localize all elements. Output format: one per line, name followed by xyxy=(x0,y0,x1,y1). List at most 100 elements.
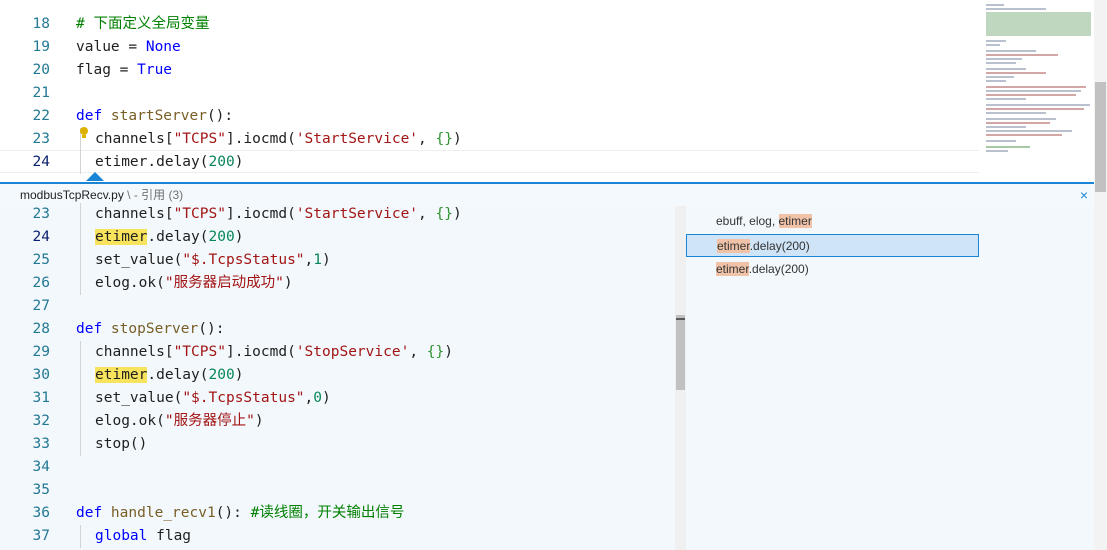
minimap-line xyxy=(986,40,1006,42)
code-token: (): xyxy=(198,321,225,337)
code-text: etimer.delay(200) xyxy=(95,226,243,249)
peek-pointer xyxy=(86,172,104,181)
code-token: handle_recv1 xyxy=(110,505,216,521)
line-number: 22 xyxy=(32,108,50,124)
code-token: elog.ok( xyxy=(95,275,165,291)
close-icon[interactable]: × xyxy=(1080,184,1088,206)
peek-scrollbar-thumb[interactable] xyxy=(676,315,685,390)
reference-item[interactable]: ebuff, elog, etimer xyxy=(686,210,979,233)
code-token: etimer xyxy=(95,367,148,383)
code-token: def xyxy=(76,321,111,337)
peek-separator: \ - xyxy=(123,188,142,202)
code-line[interactable]: 18 # 下面定义全局变量 xyxy=(0,13,979,36)
editor-area[interactable]: 18 # 下面定义全局变量 19 value = None 20 flag = True 2… xyxy=(0,0,979,182)
reference-item[interactable]: etimer.delay(200) xyxy=(686,234,979,257)
minimap-line xyxy=(986,58,1022,60)
indent-guide xyxy=(80,364,81,387)
line-number: 19 xyxy=(32,39,50,55)
code-token: "服务器停止" xyxy=(164,413,255,429)
code-token: stopServer xyxy=(110,321,199,337)
code-token: 200 xyxy=(208,367,235,383)
code-token: "TCPS" xyxy=(173,344,226,360)
code-token: ) xyxy=(254,413,264,429)
reference-match: etimer xyxy=(716,262,749,276)
indent-guide xyxy=(80,226,81,249)
code-text: def startServer(): xyxy=(76,105,233,128)
code-token: ].iocmd( xyxy=(225,344,296,360)
minimap-line xyxy=(986,50,1036,52)
indent-guide xyxy=(80,249,81,272)
code-token: , xyxy=(304,252,314,268)
minimap-line xyxy=(986,72,1046,74)
indent-guide xyxy=(80,341,81,364)
code-line[interactable]: 20 flag = True xyxy=(0,59,979,82)
code-token: 1 xyxy=(313,252,322,268)
code-token: # 下面定义全局变量 xyxy=(76,16,210,32)
line-number: 34 xyxy=(32,459,50,475)
code-line[interactable]: 22 def startServer(): xyxy=(0,105,979,128)
line-number: 25 xyxy=(32,252,50,268)
code-token: ) xyxy=(283,275,293,291)
code-token: etimer xyxy=(95,229,148,245)
code-text: global flag xyxy=(95,525,191,548)
code-token: .delay( xyxy=(147,229,209,245)
code-token: .delay( xyxy=(147,367,209,383)
code-token: set_value( xyxy=(95,252,183,268)
code-token: {} xyxy=(435,131,453,147)
code-line[interactable]: 24 etimer.delay(200) xyxy=(0,151,979,174)
code-text: set_value("$.TcpsStatus",0) xyxy=(95,387,331,410)
indent-guide xyxy=(80,387,81,410)
minimap-line xyxy=(986,146,1030,148)
code-token: ) xyxy=(234,367,244,383)
code-token: stop() xyxy=(95,436,148,452)
reference-prefix: ebuff, elog, xyxy=(716,214,779,228)
peek-file-name[interactable]: modbusTcpRecv.py xyxy=(20,188,124,202)
code-token: 0 xyxy=(313,390,322,406)
code-text: channels["TCPS"].iocmd('StartService', {… xyxy=(95,203,462,226)
code-token: global xyxy=(95,528,157,544)
code-token: channels[ xyxy=(95,131,174,147)
line-number: 32 xyxy=(32,413,50,429)
minimap-line xyxy=(986,94,1076,96)
indent-guide xyxy=(80,151,81,174)
minimap-line xyxy=(986,8,1046,10)
line-number: 27 xyxy=(32,298,50,314)
line-number: 20 xyxy=(32,62,50,78)
code-token: , xyxy=(418,131,436,147)
code-token: channels[ xyxy=(95,206,174,222)
indent-guide xyxy=(80,433,81,456)
minimap[interactable] xyxy=(982,0,1094,200)
minimap-line xyxy=(986,122,1050,124)
minimap-line xyxy=(986,140,1016,142)
line-number: 18 xyxy=(32,16,50,32)
reference-match: etimer xyxy=(717,239,750,253)
code-line[interactable]: 21 xyxy=(0,82,979,105)
minimap-line xyxy=(986,54,1058,56)
minimap-line xyxy=(986,76,1014,78)
minimap-line xyxy=(986,98,1026,100)
peek-references-count: 引用 (3) xyxy=(141,188,184,202)
line-number: 35 xyxy=(32,482,50,498)
line-number: 37 xyxy=(32,528,50,544)
lightbulb-icon[interactable] xyxy=(79,126,89,140)
line-number: 23 xyxy=(32,206,50,222)
minimap-line xyxy=(986,4,1004,6)
peek-scrollbar-marker xyxy=(676,318,685,320)
minimap-block xyxy=(986,12,1091,36)
code-token: def xyxy=(76,505,111,521)
editor-scrollbar-thumb[interactable] xyxy=(1095,82,1106,192)
minimap-line xyxy=(986,86,1086,88)
minimap-line xyxy=(986,44,1000,46)
reference-item[interactable]: etimer.delay(200) xyxy=(686,258,979,281)
line-number: 26 xyxy=(32,275,50,291)
code-line[interactable]: 19 value = None xyxy=(0,36,979,59)
code-token: startServer xyxy=(110,108,207,124)
indent-guide xyxy=(80,272,81,295)
code-token: ) xyxy=(234,229,244,245)
code-line[interactable]: 23 channels["TCPS"].iocmd('StartService',… xyxy=(0,128,979,151)
code-token: None xyxy=(145,39,181,55)
code-token: #读线圈，开关输出信号 xyxy=(250,505,405,521)
minimap-line xyxy=(986,112,1046,114)
code-token: value = xyxy=(76,39,146,55)
line-number: 28 xyxy=(32,321,50,337)
